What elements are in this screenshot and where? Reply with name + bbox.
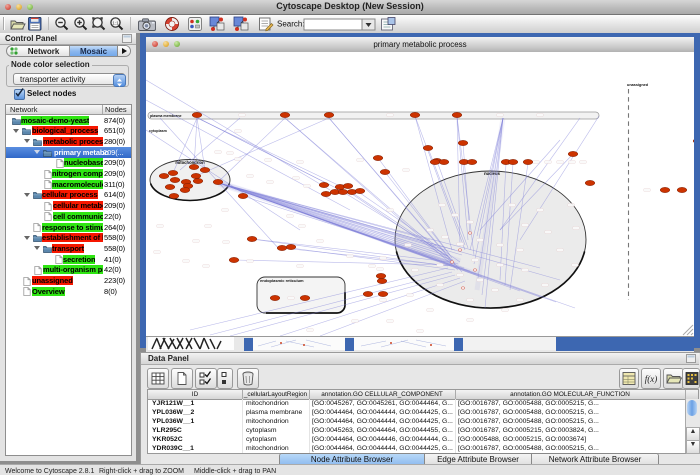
- svg-text:Search:: Search:: [277, 20, 305, 29]
- svg-text:unassigned: unassigned: [627, 83, 649, 87]
- svg-text:f(x): f(x): [645, 374, 658, 384]
- svg-text:endoplasmic reticulum: endoplasmic reticulum: [260, 278, 304, 283]
- svg-text:1:1: 1:1: [112, 20, 119, 25]
- svg-text:plasma membrane: plasma membrane: [150, 114, 182, 118]
- svg-text:cytoplasm: cytoplasm: [149, 129, 167, 133]
